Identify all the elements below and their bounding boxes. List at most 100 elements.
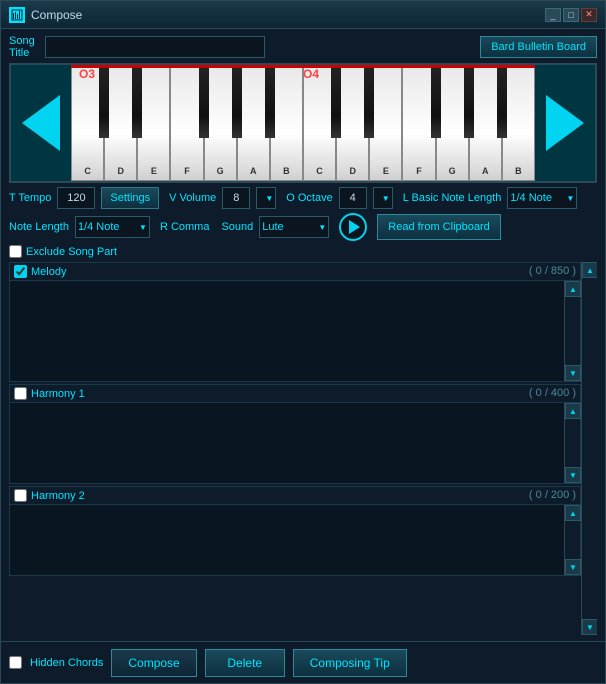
melody-scroll-track (565, 297, 580, 365)
black-key-cs3[interactable] (99, 68, 109, 138)
harmony1-track: Harmony 1 ( 0 / 400 ) ▲ ▼ (9, 384, 581, 484)
basic-note-select-wrapper: 1/4 Note (507, 187, 577, 209)
hidden-chords-checkbox[interactable] (9, 656, 22, 669)
play-button[interactable] (339, 213, 367, 241)
delete-button[interactable]: Delete (205, 649, 285, 677)
black-key-ds4[interactable] (364, 68, 374, 138)
volume-label: V Volume (169, 192, 216, 204)
close-button[interactable]: ✕ (581, 8, 597, 22)
maximize-button[interactable]: □ (563, 8, 579, 22)
harmony2-label: Harmony 2 (31, 490, 85, 502)
black-key-fs4[interactable] (431, 68, 441, 138)
black-key-fs3[interactable] (199, 68, 209, 138)
harmony2-checkbox[interactable] (14, 489, 27, 502)
minimize-button[interactable]: _ (545, 8, 561, 22)
harmony2-track: Harmony 2 ( 0 / 200 ) ▲ ▼ (9, 486, 581, 576)
melody-scrollbar: ▲ ▼ (564, 281, 580, 381)
volume-select-wrapper (256, 187, 276, 209)
octave-input[interactable] (339, 187, 367, 209)
main-scrollbar: ▲ ▼ (581, 262, 597, 635)
main-scroll-track (582, 278, 597, 619)
exclude-song-part-row: Exclude Song Part (9, 245, 597, 258)
harmony1-scroll-up[interactable]: ▲ (565, 403, 581, 419)
tracks-area: ▲ ▼ Melody ( 0 / 850 ) ▲ (9, 262, 597, 635)
tempo-label: T Tempo (9, 192, 51, 204)
sound-select[interactable]: Lute (259, 216, 329, 238)
black-key-ds3[interactable] (132, 68, 142, 138)
play-icon (349, 220, 360, 234)
harmony2-scroll-track (565, 521, 580, 559)
harmony1-counter: ( 0 / 400 ) (529, 387, 576, 399)
harmony2-track-header: Harmony 2 ( 0 / 200 ) (10, 487, 580, 505)
content-area: Song Title Bard Bulletin Board O3 O4 (1, 29, 605, 641)
settings-button[interactable]: Settings (101, 187, 159, 209)
window-title: Compose (31, 8, 545, 22)
exclude-song-part-checkbox[interactable] (9, 245, 22, 258)
basic-note-select[interactable]: 1/4 Note (507, 187, 577, 209)
song-title-label-line2: Title (9, 47, 29, 59)
r-comma-label: R Comma (160, 221, 210, 233)
controls-row-2: Note Length 1/4 Note R Comma Sound Lute … (9, 213, 597, 241)
harmony1-label: Harmony 1 (31, 388, 85, 400)
harmony1-track-header: Harmony 1 ( 0 / 400 ) (10, 385, 580, 403)
melody-checkbox[interactable] (14, 265, 27, 278)
piano-right-arrow[interactable] (535, 65, 595, 181)
composing-tip-button[interactable]: Composing Tip (293, 649, 407, 677)
compose-button[interactable]: Compose (111, 649, 196, 677)
black-key-cs4[interactable] (331, 68, 341, 138)
sound-label: Sound (221, 221, 253, 233)
octave-select[interactable] (373, 187, 393, 209)
note-length-select[interactable]: 1/4 Note (75, 216, 150, 238)
song-title-row: Song Title Bard Bulletin Board (9, 35, 597, 59)
harmony2-scrollbar: ▲ ▼ (564, 505, 580, 575)
main-scroll-up[interactable]: ▲ (582, 262, 597, 278)
octave-label: O Octave (286, 192, 332, 204)
harmony2-scroll-up[interactable]: ▲ (565, 505, 581, 521)
main-window: Compose _ □ ✕ Song Title Bard Bulletin B… (0, 0, 606, 684)
melody-track-header: Melody ( 0 / 850 ) (10, 263, 580, 281)
harmony1-scrollbar: ▲ ▼ (564, 403, 580, 483)
right-arrow-icon (546, 95, 584, 151)
harmony1-checkbox[interactable] (14, 387, 27, 400)
hidden-chords-label: Hidden Chords (30, 657, 103, 669)
harmony2-scroll-down[interactable]: ▼ (565, 559, 581, 575)
piano-keys-area: O3 O4 C D E F G A B C D E (71, 65, 535, 181)
black-key-gs3[interactable] (232, 68, 242, 138)
harmony2-content: ▲ ▼ (10, 505, 580, 575)
sound-select-wrapper: Lute (259, 216, 329, 238)
black-key-as3[interactable] (265, 68, 275, 138)
piano-keyboard: O3 O4 C D E F G A B C D E (9, 63, 597, 183)
exclude-song-part-label: Exclude Song Part (26, 246, 117, 258)
note-length-label: Note Length (9, 221, 69, 233)
left-arrow-icon (22, 95, 60, 151)
melody-scroll-down[interactable]: ▼ (565, 365, 581, 381)
tracks-inner: Melody ( 0 / 850 ) ▲ ▼ (9, 262, 581, 635)
harmony2-counter: ( 0 / 200 ) (529, 489, 576, 501)
octave-select-wrapper (373, 187, 393, 209)
volume-select[interactable] (256, 187, 276, 209)
tempo-input[interactable] (57, 187, 95, 209)
melody-counter: ( 0 / 850 ) (529, 265, 576, 277)
window-controls: _ □ ✕ (545, 8, 597, 22)
bottom-bar: Hidden Chords Compose Delete Composing T… (1, 641, 605, 683)
controls-row-1: T Tempo Settings V Volume O Octave L Bas… (9, 187, 597, 209)
note-length-select-wrapper: 1/4 Note (75, 216, 150, 238)
song-title-label-line1: Song (9, 35, 35, 47)
clipboard-button[interactable]: Read from Clipboard (377, 214, 501, 240)
harmony1-scroll-down[interactable]: ▼ (565, 467, 581, 483)
melody-content: ▲ ▼ (10, 281, 580, 381)
song-title-input[interactable] (45, 36, 265, 58)
main-scroll-down[interactable]: ▼ (582, 619, 597, 635)
melody-label: Melody (31, 266, 66, 278)
app-icon (9, 7, 25, 23)
piano-left-arrow[interactable] (11, 65, 71, 181)
volume-input[interactable] (222, 187, 250, 209)
bard-bulletin-button[interactable]: Bard Bulletin Board (480, 36, 597, 58)
black-key-gs4[interactable] (464, 68, 474, 138)
harmony1-content: ▲ ▼ (10, 403, 580, 483)
harmony1-scroll-track (565, 419, 580, 467)
title-bar: Compose _ □ ✕ (1, 1, 605, 29)
black-key-as4[interactable] (497, 68, 507, 138)
melody-scroll-up[interactable]: ▲ (565, 281, 581, 297)
basic-note-label: L Basic Note Length (403, 192, 502, 204)
